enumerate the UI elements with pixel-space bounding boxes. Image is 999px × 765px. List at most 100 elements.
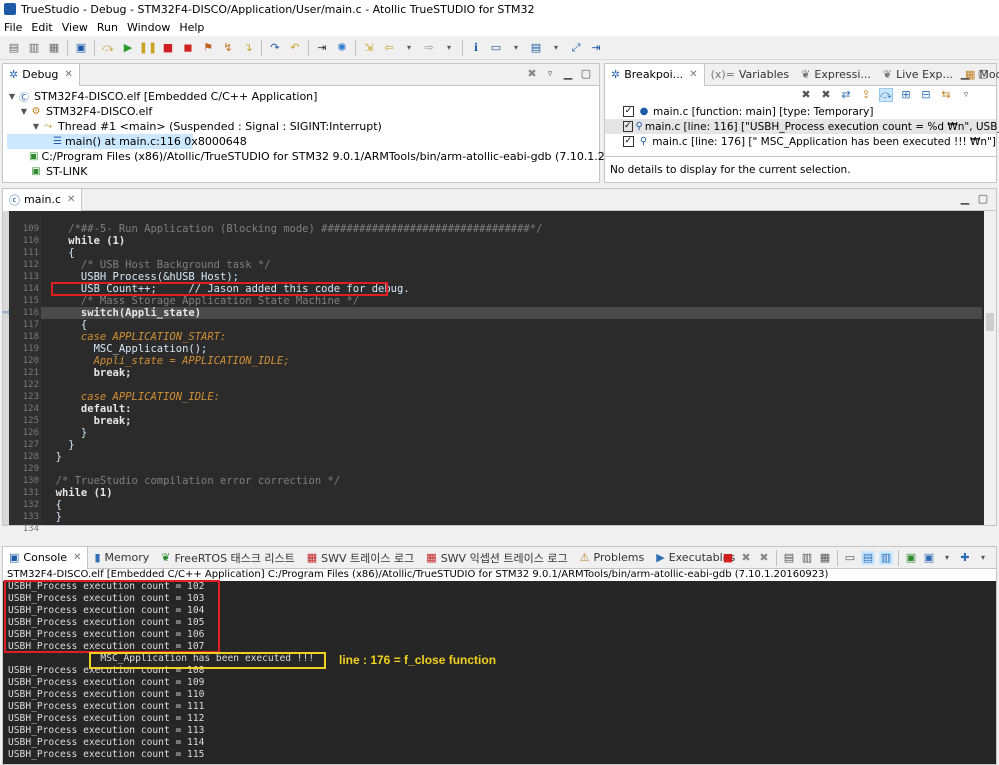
minimize-icon[interactable]: ▁ [958, 192, 972, 206]
menu-view[interactable]: View [62, 21, 88, 34]
maximize-icon[interactable]: ▢ [976, 192, 990, 206]
menu-file[interactable]: File [4, 21, 22, 34]
resume-icon[interactable]: ▶ [121, 41, 135, 55]
remove-terminated-icon[interactable]: ✖ [525, 67, 539, 81]
instruction-stepping-icon[interactable]: ⇥ [315, 41, 329, 55]
editor-scrollbar[interactable] [984, 211, 996, 525]
tab-problems[interactable]: ⚠ Problems [574, 547, 651, 569]
tab-freertos-task-list[interactable]: ❦ FreeRTOS 태스크 리스트 [155, 547, 300, 569]
save-all-icon[interactable]: ▥ [27, 41, 41, 55]
step-return-icon[interactable]: ↶ [288, 41, 302, 55]
collapse-all-icon[interactable]: ⊟ [919, 88, 933, 102]
dropdown-arrow-icon[interactable]: ▾ [549, 41, 563, 55]
tab-memory[interactable]: ▮ Memory [88, 547, 155, 569]
dropdown-arrow-icon[interactable]: ▾ [509, 41, 523, 55]
view-menu-icon[interactable]: ▿ [959, 88, 973, 102]
breakpoint-item[interactable]: ✓ ⚲ main.c [line: 116] ["USBH_Process ex… [605, 119, 999, 134]
terminate-relaunch-icon[interactable]: ◼ [181, 41, 195, 55]
minimize-icon[interactable]: ▁ [561, 67, 575, 81]
dropdown-arrow-icon[interactable]: ▾ [976, 551, 990, 565]
breakpoint-checkbox[interactable]: ✓ [623, 106, 634, 117]
close-icon[interactable]: ✕ [73, 552, 81, 563]
maximize-icon[interactable]: ▢ [579, 67, 593, 81]
tree-item-thread[interactable]: ▼ ⤳ Thread #1 <main> (Suspended : Signal… [7, 119, 599, 134]
tab-debug[interactable]: ✲ Debug ✕ [3, 63, 80, 86]
tab-variables[interactable]: (x)= Variables [705, 64, 796, 86]
close-icon[interactable]: ✕ [689, 69, 697, 80]
breakpoint-item[interactable]: ✓ ● main.c [function: main] [type: Tempo… [605, 104, 996, 119]
expand-all-icon[interactable]: ⊞ [899, 88, 913, 102]
display-console-icon[interactable]: ▣ [922, 551, 936, 565]
debug-launch-icon[interactable]: ✺ [335, 41, 349, 55]
tab-expressions[interactable]: ❦ Expressi... [795, 64, 877, 86]
scrollbar-thumb[interactable] [986, 313, 994, 331]
dropdown-arrow-icon[interactable]: ▾ [402, 41, 416, 55]
show-supported-breakpoints-icon[interactable]: ⇄ [839, 88, 853, 102]
maximize-view-icon[interactable]: ⤢ [569, 41, 583, 55]
remove-all-breakpoints-icon[interactable]: ✖ [819, 88, 833, 102]
menu-run[interactable]: Run [97, 21, 118, 34]
breakpoint-checkbox[interactable]: ✓ [623, 136, 634, 147]
pin-console-icon[interactable]: ▭ [843, 551, 857, 565]
skip-all-breakpoints-icon[interactable]: ⤼ [879, 88, 893, 102]
link-with-debug-view-icon[interactable]: ⇆ [939, 88, 953, 102]
suspend-icon[interactable]: ❚❚ [139, 41, 157, 55]
tree-item-stlink[interactable]: ▣ ST-LINK [7, 164, 599, 179]
tree-item-stack-frame[interactable]: ☰ main() at main.c:116 0x8000648 [7, 134, 247, 149]
goto-file-icon[interactable]: ⇪ [859, 88, 873, 102]
stack-frame-icon: ☰ [53, 136, 62, 147]
dropdown-arrow-icon[interactable]: ▾ [940, 551, 954, 565]
terminate-icon[interactable]: ■ [161, 41, 175, 55]
clear-console-icon[interactable]: ▤ [782, 551, 796, 565]
show-on-stdout-icon[interactable]: ▤ [861, 551, 875, 565]
breakpoint-item[interactable]: ✓ ⚲ main.c [line: 176] [" MSC_Applicatio… [605, 134, 996, 149]
exit-icon[interactable]: ⇥ [589, 41, 603, 55]
remove-all-terminated-icon[interactable]: ✖ [757, 551, 771, 565]
save-icon[interactable]: ▤ [7, 41, 21, 55]
reset-icon[interactable]: ↯ [221, 41, 235, 55]
remove-breakpoint-icon[interactable]: ✖ [799, 88, 813, 102]
new-console-icon[interactable]: ✚ [958, 551, 972, 565]
tab-live-expressions[interactable]: ❦ Live Exp... [877, 64, 959, 86]
layout-icon[interactable]: ▤ [529, 41, 543, 55]
open-console-icon[interactable]: ▣ [904, 551, 918, 565]
chevron-down-icon[interactable]: ▼ [31, 122, 41, 131]
step-into-icon[interactable]: ↴ [241, 41, 255, 55]
back-icon[interactable]: ⇦ [382, 41, 396, 55]
tab-swv-exception-trace-log[interactable]: ▦ SWV 익셉션 트레이스 로그 [420, 547, 573, 569]
minimize-icon[interactable]: ▁ [958, 67, 972, 81]
chevron-down-icon[interactable]: ▼ [19, 107, 29, 116]
breakpoint-checkbox[interactable]: ✓ [623, 121, 633, 132]
disconnect-icon[interactable]: ⚑ [201, 41, 215, 55]
view-menu-icon[interactable]: ▿ [543, 67, 557, 81]
tab-swv-trace-log[interactable]: ▦ SWV 트레이스 로그 [301, 547, 421, 569]
tab-main-c[interactable]: ⓒ main.c ✕ [3, 188, 83, 211]
terminate-icon[interactable]: ■ [721, 551, 735, 565]
next-annotation-icon[interactable]: ⇲ [362, 41, 376, 55]
forward-icon[interactable]: ⇨ [422, 41, 436, 55]
word-wrap-icon[interactable]: ▦ [818, 551, 832, 565]
code-editor[interactable]: ⇨ 109 110 111 112 113 114 115 116 117 11… [3, 211, 996, 534]
print-icon[interactable]: ▦ [47, 41, 61, 55]
window-icon[interactable]: ▭ [489, 41, 503, 55]
tree-item-launch[interactable]: ▼ Ⓒ STM32F4-DISCO.elf [Embedded C/C++ Ap… [7, 89, 599, 104]
step-over-icon[interactable]: ↷ [268, 41, 282, 55]
tree-item-process[interactable]: ▼ ⚙ STM32F4-DISCO.elf [7, 104, 599, 119]
show-on-stderr-icon[interactable]: ▥ [879, 551, 893, 565]
menu-edit[interactable]: Edit [31, 21, 52, 34]
remove-launch-icon[interactable]: ✖ [739, 551, 753, 565]
info-icon[interactable]: ℹ [469, 41, 483, 55]
maximize-icon[interactable]: ▢ [976, 67, 990, 81]
close-icon[interactable]: ✕ [64, 69, 72, 80]
tab-console[interactable]: ▣ Console ✕ [3, 546, 89, 569]
scroll-lock-icon[interactable]: ▥ [800, 551, 814, 565]
tree-item-gdb[interactable]: ▣ C:/Program Files (x86)/Atollic/TrueSTU… [7, 149, 658, 164]
chevron-down-icon[interactable]: ▼ [7, 92, 17, 101]
menu-help[interactable]: Help [179, 21, 204, 34]
skip-breakpoints-icon[interactable]: ⤼ [101, 41, 115, 55]
dropdown-arrow-icon[interactable]: ▾ [442, 41, 456, 55]
terminal-icon[interactable]: ▣ [74, 41, 88, 55]
tab-breakpoints[interactable]: ✲ Breakpoi... ✕ [605, 63, 705, 86]
close-icon[interactable]: ✕ [67, 194, 75, 205]
menu-window[interactable]: Window [127, 21, 170, 34]
